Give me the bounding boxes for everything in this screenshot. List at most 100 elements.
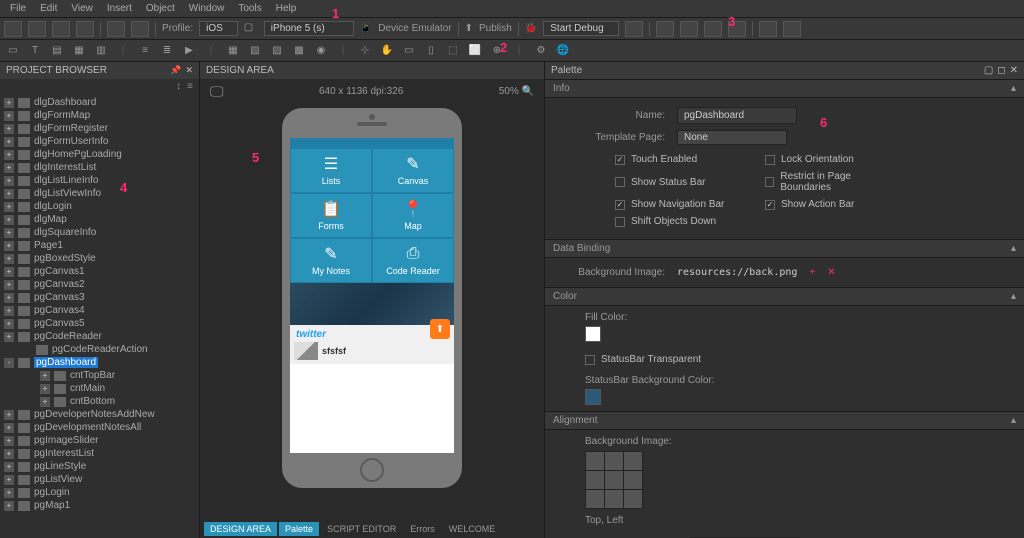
tree-item-pgDevelopmentNotesAll[interactable]: +pgDevelopmentNotesAll <box>0 421 199 434</box>
tool-shape1-icon[interactable]: ▭ <box>402 44 416 58</box>
checkbox-icon[interactable] <box>615 200 625 210</box>
tool-text-icon[interactable]: T <box>28 44 42 58</box>
tree-item-dlgDashboard[interactable]: +dlgDashboard <box>0 96 199 109</box>
menu-window[interactable]: Window <box>183 1 231 16</box>
expand-icon[interactable]: + <box>4 280 14 290</box>
expand-icon[interactable]: + <box>4 462 14 472</box>
tree-item-dlgHomePgLoading[interactable]: +dlgHomePgLoading <box>0 148 199 161</box>
check-shift-objects-down[interactable]: Shift Objects Down <box>615 216 745 227</box>
tree-item-pgInterestList[interactable]: +pgInterestList <box>0 447 199 460</box>
tree-item-dlgListLineInfo[interactable]: +dlgListLineInfo <box>0 174 199 187</box>
tb-stepout-icon[interactable] <box>704 21 722 37</box>
expand-icon[interactable]: + <box>4 163 14 173</box>
tb-extra1-icon[interactable] <box>759 21 777 37</box>
expand-icon[interactable]: - <box>4 358 14 368</box>
tree-item-dlgListViewInfo[interactable]: +dlgListViewInfo <box>0 187 199 200</box>
check-restrict-in-page-boundaries[interactable]: Restrict in Page Boundaries <box>765 171 895 193</box>
tile-lists[interactable]: ☰Lists <box>290 148 372 193</box>
tool-grid2-icon[interactable]: ▧ <box>248 44 262 58</box>
expand-icon[interactable]: + <box>4 202 14 212</box>
name-input[interactable] <box>677 107 797 124</box>
menu-object[interactable]: Object <box>140 1 181 16</box>
collapse-icon[interactable]: ▴ <box>1011 243 1016 254</box>
expand-icon[interactable]: + <box>4 423 14 433</box>
alignment-grid[interactable] <box>585 451 643 509</box>
tile-code-reader[interactable]: ⎙Code Reader <box>372 238 454 283</box>
pb-close-icon[interactable]: ✕ <box>185 65 193 76</box>
tree-item-Page1[interactable]: +Page1 <box>0 239 199 252</box>
tree-item-pgDeveloperNotesAddNew[interactable]: +pgDeveloperNotesAddNew <box>0 408 199 421</box>
expand-icon[interactable]: + <box>40 371 50 381</box>
tree-item-pgMap1[interactable]: +pgMap1 <box>0 499 199 512</box>
check-touch-enabled[interactable]: Touch Enabled <box>615 154 745 165</box>
tree-item-dlgLogin[interactable]: +dlgLogin <box>0 200 199 213</box>
tool-grid4-icon[interactable]: ▩ <box>292 44 306 58</box>
expand-icon[interactable]: + <box>40 397 50 407</box>
tree-item-cntBottom[interactable]: +cntBottom <box>0 395 199 408</box>
menu-tools[interactable]: Tools <box>232 1 267 16</box>
bottom-tab-design-area[interactable]: DESIGN AREA <box>204 522 277 536</box>
tree-item-pgCanvas2[interactable]: +pgCanvas2 <box>0 278 199 291</box>
pal-close-icon[interactable]: ✕ <box>1010 65 1018 76</box>
tree-item-pgImageSlider[interactable]: +pgImageSlider <box>0 434 199 447</box>
tb-open-icon[interactable] <box>28 21 46 37</box>
tool-crop-icon[interactable]: ⊹ <box>358 44 372 58</box>
tb-save-icon[interactable] <box>52 21 70 37</box>
menu-edit[interactable]: Edit <box>34 1 63 16</box>
tool-container-icon[interactable]: ▦ <box>72 44 86 58</box>
phone-screen[interactable]: ☰Lists✎Canvas📋Forms📍Map✎My Notes⎙Code Re… <box>290 138 454 453</box>
check-show-status-bar[interactable]: Show Status Bar <box>615 171 745 193</box>
device-preview-icon[interactable]: 🖵 <box>210 83 224 100</box>
expand-icon[interactable]: + <box>4 293 14 303</box>
expand-icon[interactable]: + <box>4 98 14 108</box>
tree-item-pgCodeReader[interactable]: +pgCodeReader <box>0 330 199 343</box>
device-dropdown[interactable]: iPhone 5 (s) <box>264 21 354 36</box>
tree-item-pgCanvas5[interactable]: +pgCanvas5 <box>0 317 199 330</box>
tree-item-pgCanvas1[interactable]: +pgCanvas1 <box>0 265 199 278</box>
tile-canvas[interactable]: ✎Canvas <box>372 148 454 193</box>
tool-shape4-icon[interactable]: ⬜ <box>468 44 482 58</box>
expand-icon[interactable]: + <box>4 488 14 498</box>
design-canvas[interactable]: ☰Lists✎Canvas📋Forms📍Map✎My Notes⎙Code Re… <box>200 104 544 520</box>
tb-stepover-icon[interactable] <box>656 21 674 37</box>
tool-globe-icon[interactable]: 🌐 <box>556 44 570 58</box>
tree-item-pgListView[interactable]: +pgListView <box>0 473 199 486</box>
expand-icon[interactable]: + <box>4 254 14 264</box>
tool-grid1-icon[interactable]: ▦ <box>226 44 240 58</box>
upload-button[interactable]: ⬆ <box>430 319 450 339</box>
tool-align-r-icon[interactable]: ▶ <box>182 44 196 58</box>
template-select[interactable]: None <box>677 130 787 145</box>
tb-run-icon[interactable] <box>625 21 643 37</box>
menu-help[interactable]: Help <box>270 1 303 16</box>
tb-undo-icon[interactable] <box>107 21 125 37</box>
start-debug-dropdown[interactable]: Start Debug <box>543 21 618 36</box>
add-bg-icon[interactable]: + <box>809 267 815 278</box>
tree-item-pgDashboard[interactable]: -pgDashboard <box>0 356 199 369</box>
publish-button[interactable]: Publish <box>479 23 512 34</box>
tool-select-icon[interactable]: ▭ <box>6 44 20 58</box>
pal-min-icon[interactable]: ▢ <box>984 65 993 76</box>
bottom-tab-welcome[interactable]: WELCOME <box>443 522 502 536</box>
device-emulator-button[interactable]: Device Emulator <box>378 23 451 34</box>
expand-icon[interactable]: + <box>4 306 14 316</box>
tree-item-dlgMap[interactable]: +dlgMap <box>0 213 199 226</box>
menu-insert[interactable]: Insert <box>101 1 138 16</box>
tree-item-cntTopBar[interactable]: +cntTopBar <box>0 369 199 382</box>
expand-icon[interactable]: + <box>4 150 14 160</box>
menu-file[interactable]: File <box>4 1 32 16</box>
tree-item-cntMain[interactable]: +cntMain <box>0 382 199 395</box>
expand-icon[interactable]: + <box>40 384 50 394</box>
check-lock-orientation[interactable]: Lock Orientation <box>765 154 895 165</box>
expand-icon[interactable]: + <box>4 475 14 485</box>
bottom-tab-palette[interactable]: Palette <box>279 522 319 536</box>
expand-icon[interactable]: + <box>4 137 14 147</box>
tree-item-dlgFormRegister[interactable]: +dlgFormRegister <box>0 122 199 135</box>
tree-item-pgLineStyle[interactable]: +pgLineStyle <box>0 460 199 473</box>
pal-max-icon[interactable]: ◻ <box>997 65 1005 76</box>
tool-addpage-icon[interactable]: ▤ <box>50 44 64 58</box>
tree-item-pgCanvas4[interactable]: +pgCanvas4 <box>0 304 199 317</box>
checkbox-icon[interactable] <box>765 155 775 165</box>
bottom-tab-errors[interactable]: Errors <box>404 522 441 536</box>
bottom-tab-script-editor[interactable]: SCRIPT EDITOR <box>321 522 402 536</box>
tree-item-pgLogin[interactable]: +pgLogin <box>0 486 199 499</box>
